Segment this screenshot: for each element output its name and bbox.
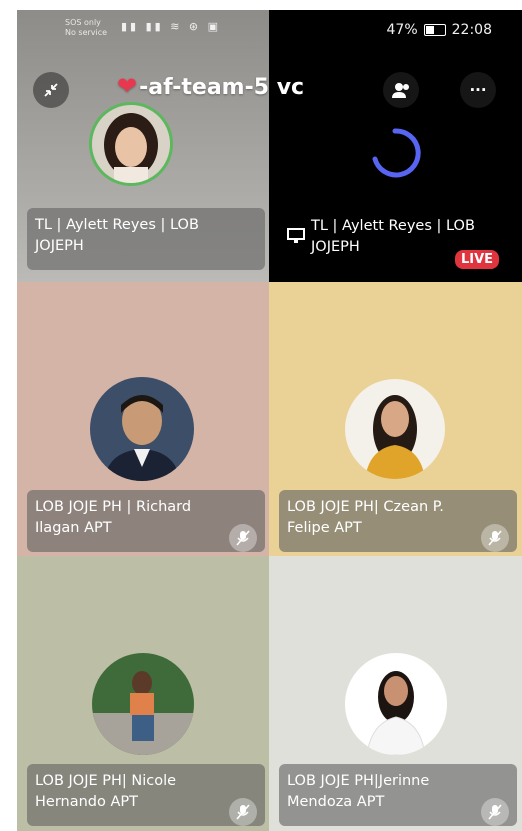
participant-name-line2: Hernando APT xyxy=(35,794,139,810)
live-badge: LIVE xyxy=(455,250,500,269)
loading-spinner-icon xyxy=(372,128,421,178)
participant-tile-czean[interactable]: LOB JOJE PH| Czean P. Felipe APT xyxy=(269,282,522,556)
battery-icon xyxy=(423,24,446,36)
participant-name-line2: Ilagan APT xyxy=(35,520,112,536)
more-dots-icon[interactable]: ··· xyxy=(460,72,496,108)
muted-mic-icon xyxy=(229,798,257,826)
participant-name-line1: LOB JOJE PH| Nicole xyxy=(35,773,177,789)
call-title: ❤-af-team-5 vc xyxy=(117,72,304,100)
battery-percent: 47% xyxy=(386,22,418,38)
participant-name-line1: TL | Aylett Reyes | LOB xyxy=(35,217,199,233)
muted-mic-icon xyxy=(481,524,509,552)
status-icons: ▮▮ ▮▮ ≋ ⊛ ▣ xyxy=(121,20,222,33)
participant-name-label: TL | Aylett Reyes | LOB JOJEPH xyxy=(27,208,265,270)
participant-tile-jerinne[interactable]: LOB JOJE PH|Jerinne Mendoza APT xyxy=(269,556,522,831)
sim-status-line1: SOS only xyxy=(65,18,101,27)
clock: 22:08 xyxy=(451,22,492,38)
participant-name-line2: JOJEPH xyxy=(35,238,84,254)
status-right: 47% 22:08 xyxy=(387,22,492,38)
avatar xyxy=(345,379,445,479)
participant-name-line1: LOB JOJE PH | Richard xyxy=(35,499,192,515)
avatar xyxy=(90,377,194,481)
call-title-text: -af-team-5 vc xyxy=(139,75,305,100)
participant-name-line1: TL | Aylett Reyes | LOB xyxy=(311,218,475,234)
avatar xyxy=(345,653,447,755)
call-header: ❤-af-team-5 vc ··· xyxy=(17,68,522,112)
screen-share-icon xyxy=(287,228,305,251)
participant-tile-nicole[interactable]: LOB JOJE PH| Nicole Hernando APT xyxy=(17,556,269,831)
sim-status: SOS only No service xyxy=(65,18,107,38)
avatar xyxy=(89,102,173,186)
voice-call-screen: TL | Aylett Reyes | LOB JOJEPH TL | Ayle… xyxy=(17,10,522,831)
sim-status-line2: No service xyxy=(65,28,108,37)
battery-level xyxy=(425,26,435,34)
participant-name-line2: Mendoza APT xyxy=(287,794,385,810)
participant-name-line1: LOB JOJE PH| Czean P. xyxy=(287,499,444,515)
participant-tile-richard[interactable]: LOB JOJE PH | Richard Ilagan APT xyxy=(17,282,269,556)
avatar xyxy=(92,653,194,755)
muted-mic-icon xyxy=(229,524,257,552)
people-icon[interactable] xyxy=(383,72,419,108)
participant-name-line2: Felipe APT xyxy=(287,520,362,536)
participant-name-line1: LOB JOJE PH|Jerinne xyxy=(287,773,430,789)
collapse-arrows-icon[interactable] xyxy=(33,72,69,108)
muted-mic-icon xyxy=(481,798,509,826)
heart-emoji-icon: ❤ xyxy=(117,72,138,100)
status-bar: SOS only No service ▮▮ ▮▮ ≋ ⊛ ▣ 47% 22:0… xyxy=(17,10,522,54)
